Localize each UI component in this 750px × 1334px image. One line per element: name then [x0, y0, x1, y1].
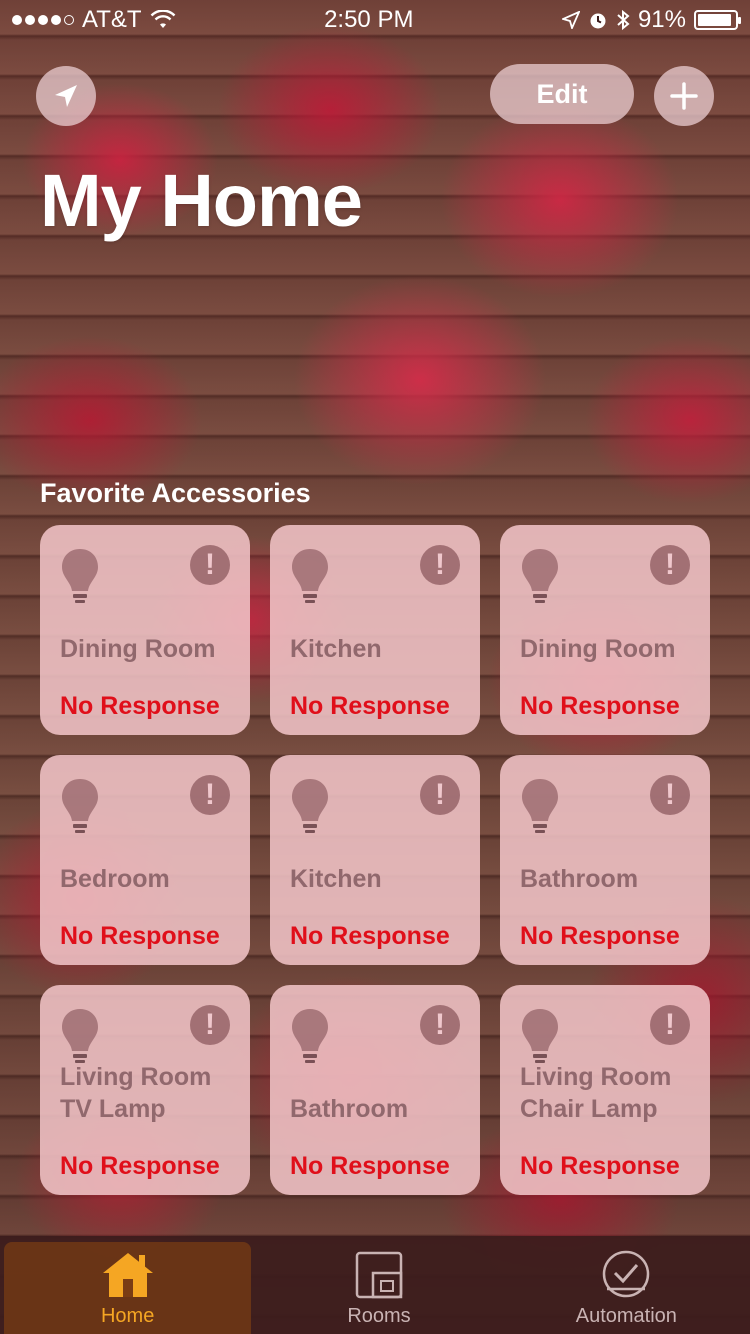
accessory-status: No Response: [520, 692, 680, 720]
alert-icon: !: [190, 775, 230, 815]
accessory-status: No Response: [60, 922, 220, 950]
accessory-status: No Response: [60, 692, 220, 720]
location-services-icon: [561, 11, 580, 29]
accessory-status: No Response: [290, 922, 450, 950]
accessory-name: Living Room TV Lamp: [60, 1063, 212, 1123]
alert-icon: !: [650, 545, 690, 585]
signal-dot: [12, 15, 22, 25]
lightbulb-icon: [292, 549, 328, 603]
tab-automation[interactable]: Automation: [503, 1236, 750, 1334]
accessory-name: Bedroom: [60, 865, 170, 893]
signal-dot: [51, 15, 61, 25]
location-arrow-icon: [55, 85, 77, 107]
alarm-icon: [590, 13, 606, 29]
accessory-name: Dining Room: [520, 635, 676, 663]
alert-icon: !: [420, 545, 460, 585]
alert-icon: !: [420, 775, 460, 815]
accessory-status: No Response: [60, 1152, 220, 1180]
lightbulb-icon: [292, 1009, 328, 1063]
accessory-tile[interactable]: ! Kitchen No Response: [270, 755, 480, 965]
status-time: 2:50 PM: [324, 6, 414, 33]
status-left: AT&T: [12, 6, 176, 34]
lightbulb-icon: [62, 549, 98, 603]
edit-button[interactable]: Edit: [490, 64, 634, 124]
location-button[interactable]: [36, 66, 96, 126]
status-bar: AT&T 2:50 PM 91%: [0, 0, 750, 40]
battery-icon: [694, 10, 741, 30]
signal-strength-icon: [12, 15, 74, 25]
battery-percent: 91%: [637, 6, 686, 33]
tab-rooms-label: Rooms: [347, 1305, 411, 1327]
alert-icon: !: [190, 545, 230, 585]
status-right: 91%: [561, 6, 741, 34]
accessory-name: Kitchen: [290, 635, 382, 663]
accessory-name: Living Room Chair Lamp: [520, 1063, 672, 1123]
alert-icon: !: [650, 1005, 690, 1045]
accessory-status: No Response: [520, 1152, 680, 1180]
plus-icon: [670, 82, 698, 110]
carrier-name: AT&T: [82, 6, 142, 33]
accessory-tile[interactable]: ! Bathroom No Response: [270, 985, 480, 1195]
accessory-status: No Response: [520, 922, 680, 950]
wifi-icon: [150, 10, 175, 28]
accessory-tile[interactable]: ! Kitchen No Response: [270, 525, 480, 735]
alert-icon: !: [420, 1005, 460, 1045]
section-title: Favorite Accessories: [40, 478, 311, 508]
tab-bar: Home Rooms Automation: [0, 1236, 750, 1334]
accessory-name: Bathroom: [520, 865, 639, 893]
signal-dot: [64, 15, 74, 25]
lightbulb-icon: [522, 779, 558, 833]
accessory-tile[interactable]: ! Bathroom No Response: [500, 755, 710, 965]
accessory-tile[interactable]: ! Dining Room No Response: [500, 525, 710, 735]
accessory-name: Bathroom: [290, 1095, 409, 1123]
bluetooth-icon: [617, 9, 630, 31]
lightbulb-icon: [292, 779, 328, 833]
tab-home[interactable]: Home: [4, 1242, 252, 1334]
signal-dot: [25, 15, 35, 25]
alert-icon: !: [650, 775, 690, 815]
add-button[interactable]: [654, 66, 714, 126]
clock-check-icon: [603, 1250, 650, 1298]
tab-rooms[interactable]: Rooms: [255, 1236, 502, 1334]
signal-dot: [38, 15, 48, 25]
tab-automation-label: Automation: [575, 1305, 677, 1327]
battery-fill: [698, 14, 731, 26]
tab-home-label: Home: [100, 1305, 155, 1327]
accessory-status: No Response: [290, 692, 450, 720]
accessory-tile[interactable]: ! Living Room TV Lamp No Response: [40, 985, 250, 1195]
alert-icon: !: [190, 1005, 230, 1045]
accessory-status: No Response: [290, 1152, 450, 1180]
accessory-tile[interactable]: ! Bedroom No Response: [40, 755, 250, 965]
page-title: My Home: [40, 159, 363, 242]
lightbulb-icon: [522, 1009, 558, 1063]
lightbulb-icon: [62, 1009, 98, 1063]
accessory-tile[interactable]: ! Dining Room No Response: [40, 525, 250, 735]
rooms-icon: [355, 1251, 403, 1299]
house-icon: [102, 1253, 153, 1297]
accessory-name: Dining Room: [60, 635, 216, 663]
lightbulb-icon: [62, 779, 98, 833]
lightbulb-icon: [522, 549, 558, 603]
accessory-name: Kitchen: [290, 865, 382, 893]
accessory-tile[interactable]: ! Living Room Chair Lamp No Response: [500, 985, 710, 1195]
